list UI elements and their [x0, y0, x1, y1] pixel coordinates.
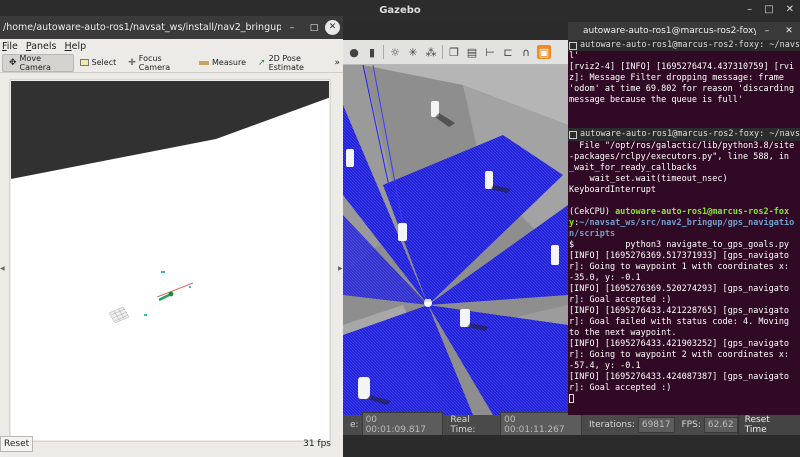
dirlight-icon[interactable]: ⁂: [424, 45, 438, 59]
rviz-menubar: File Panels Help: [0, 39, 343, 53]
toolbar-divider: [442, 45, 443, 59]
terminal-line: [INFO] [1695276369.520274293] [gps_navig…: [569, 284, 790, 305]
terminal-2-tab-label: autoware-auto-ros1@marcus-ros2-foxy: ~/n…: [580, 129, 800, 139]
rviz-window: /home/autoware-auto-ros1/navsat_ws/insta…: [0, 16, 343, 457]
rviz-render-panel: [9, 79, 331, 442]
terminal-line: File "/opt/ros/galactic/lib/python3.8/si…: [569, 141, 795, 173]
sphere-icon[interactable]: ●: [347, 45, 361, 59]
toolbar-divider: [383, 45, 384, 59]
iterations-value: 69817: [637, 417, 675, 433]
terminal-cursor: [569, 394, 574, 403]
cylinder-icon[interactable]: ▮: [365, 45, 379, 59]
terminal-2-tab[interactable]: autoware-auto-ros1@marcus-ros2-foxy: ~/n…: [568, 128, 800, 141]
terminal-1-title: autoware-auto-ros1@marcus-ros2-foxy: ~/n…: [583, 25, 756, 36]
terminal-2-output[interactable]: File "/opt/ros/galactic/lib/python3.8/si…: [568, 141, 800, 405]
terminal-1-titlebar: autoware-auto-ros1@marcus-ros2-foxy: ~/n…: [568, 22, 800, 40]
gazebo-statusbar: e: 00 00:01:09.817 Real Time: 00 00:01:1…: [343, 412, 800, 438]
terminal-1-tab[interactable]: autoware-auto-ros1@marcus-ros2-foxy: ~/n…: [568, 40, 800, 51]
rviz-window-title: /home/autoware-auto-ros1/navsat_ws/insta…: [3, 22, 281, 33]
gazebo-maximize-button[interactable]: □: [764, 4, 773, 15]
tool-focus-camera[interactable]: ✛ Focus Camera: [122, 54, 193, 72]
terminal-line: [INFO] [1695276369.517371933] [gps_navig…: [569, 251, 795, 283]
menu-file[interactable]: File: [2, 41, 18, 52]
tab-box-icon: [569, 41, 577, 50]
iterations-label: Iterations:: [588, 420, 635, 430]
select-icon: [79, 59, 89, 66]
rviz-titlebar: /home/autoware-auto-ros1/navsat_ws/insta…: [0, 16, 343, 39]
copy-icon[interactable]: ❐: [447, 45, 461, 59]
gazebo-close-button[interactable]: ✕: [786, 4, 794, 15]
terminal-1-close-button[interactable]: ✕: [778, 26, 800, 37]
terminal-1-tab-label: autoware-auto-ros1@marcus-ros2-foxy: ~/n…: [580, 40, 800, 50]
gazebo-window-title: Gazebo: [379, 5, 421, 16]
tool-label: Select: [91, 58, 117, 67]
toolbar-overflow-button[interactable]: »: [334, 58, 340, 68]
gazebo-bottom-strip: [343, 435, 800, 457]
left-dock-handle[interactable]: ◀: [0, 265, 5, 273]
terminal-line: [rviz2-4] [INFO] [1695276474.437310759] …: [569, 62, 800, 105]
tool-move-camera[interactable]: ✥ Move Camera: [2, 53, 74, 72]
spotlight-icon[interactable]: ✳: [406, 45, 420, 59]
fps-label: FPS:: [681, 420, 701, 430]
measure-icon: [199, 60, 210, 65]
right-dock-handle[interactable]: ▶: [338, 265, 343, 273]
pose-estimate-icon: ➚: [258, 57, 266, 68]
terminal-line: l': [569, 51, 580, 61]
tool-select[interactable]: Select: [74, 54, 123, 72]
rviz-toolbar: ✥ Move Camera Select ✛ Focus Camera Meas…: [0, 53, 343, 73]
reset-time-button[interactable]: Reset Time: [737, 415, 800, 435]
fps-value: 62.62: [703, 417, 738, 433]
snap-icon[interactable]: ⊏: [501, 45, 515, 59]
prompt-command: $ python3 navigate_to_gps_goals.py: [569, 240, 790, 250]
gazebo-toolbar: ● ▮ ☼ ✳ ⁂ ❐ ▤ ⊢ ⊏ ∩ ▣: [343, 40, 568, 65]
terminal-line: [INFO] [1695276433.424087387] [gps_navig…: [569, 372, 790, 393]
rviz-close-button[interactable]: ✕: [325, 20, 340, 35]
terminal-line: KeyboardInterrupt: [569, 185, 656, 195]
tool-label: Move Camera: [19, 53, 51, 72]
fps-readout: 31 fps: [303, 439, 331, 449]
gazebo-minimize-button[interactable]: –: [747, 4, 752, 15]
tool-measure[interactable]: Measure: [193, 54, 252, 72]
tool-label: Measure: [212, 58, 247, 67]
rviz-statusbar: Reset 31 fps: [0, 431, 343, 457]
magnet-icon[interactable]: ∩: [519, 45, 533, 59]
sun-icon[interactable]: ☼: [388, 45, 402, 59]
real-time-label: Real Time:: [450, 415, 476, 435]
focus-camera-icon: ✛: [128, 57, 136, 68]
terminal-line: [INFO] [1695276433.421903252] [gps_navig…: [569, 339, 795, 371]
shell-prompt: (CekCPU) autoware-auto-ros1@marcus-ros2-…: [569, 207, 799, 240]
robot-marker: [424, 299, 432, 307]
gazebo-scene-render: [343, 65, 568, 415]
tool-label: 2D Pose Estimate: [268, 53, 304, 72]
rviz-minimize-button[interactable]: –: [281, 23, 303, 33]
terminal-window-2: autoware-auto-ros1@marcus-ros2-foxy: ~/n…: [568, 128, 800, 415]
tab-box-icon: [569, 130, 577, 139]
tool-label: Focus Camera: [138, 53, 171, 72]
terminal-1-output[interactable]: l' [rviz2-4] [INFO] [1695276474.437310759…: [568, 51, 800, 106]
rviz-scene-render: [11, 81, 329, 324]
rviz-maximize-button[interactable]: □: [303, 23, 325, 33]
terminal-1-minimize-button[interactable]: –: [756, 26, 778, 37]
move-camera-icon: ✥: [9, 57, 17, 68]
paste-icon[interactable]: ▤: [465, 45, 479, 59]
gazebo-3d-view[interactable]: [343, 65, 568, 415]
menu-help[interactable]: Help: [65, 41, 87, 52]
terminal-line: [INFO] [1695276433.421228765] [gps_navig…: [569, 306, 795, 338]
reset-button[interactable]: Reset: [0, 436, 34, 452]
prompt-path: ~/navsat_ws/src/nav2_bringup/gps_navigat…: [569, 218, 795, 239]
terminal-line: wait_set.wait(timeout_nsec): [569, 174, 728, 184]
screenshot-icon[interactable]: ▣: [537, 45, 551, 59]
sim-time-label: e:: [350, 420, 359, 430]
prompt-env: (CekCPU): [569, 207, 616, 217]
rviz-3d-view[interactable]: [11, 81, 329, 440]
align-icon[interactable]: ⊢: [483, 45, 497, 59]
tool-2d-pose-estimate[interactable]: ➚ 2D Pose Estimate: [252, 54, 334, 72]
menu-panels[interactable]: Panels: [26, 41, 57, 52]
terminal-window-1: autoware-auto-ros1@marcus-ros2-foxy: ~/n…: [568, 22, 800, 128]
